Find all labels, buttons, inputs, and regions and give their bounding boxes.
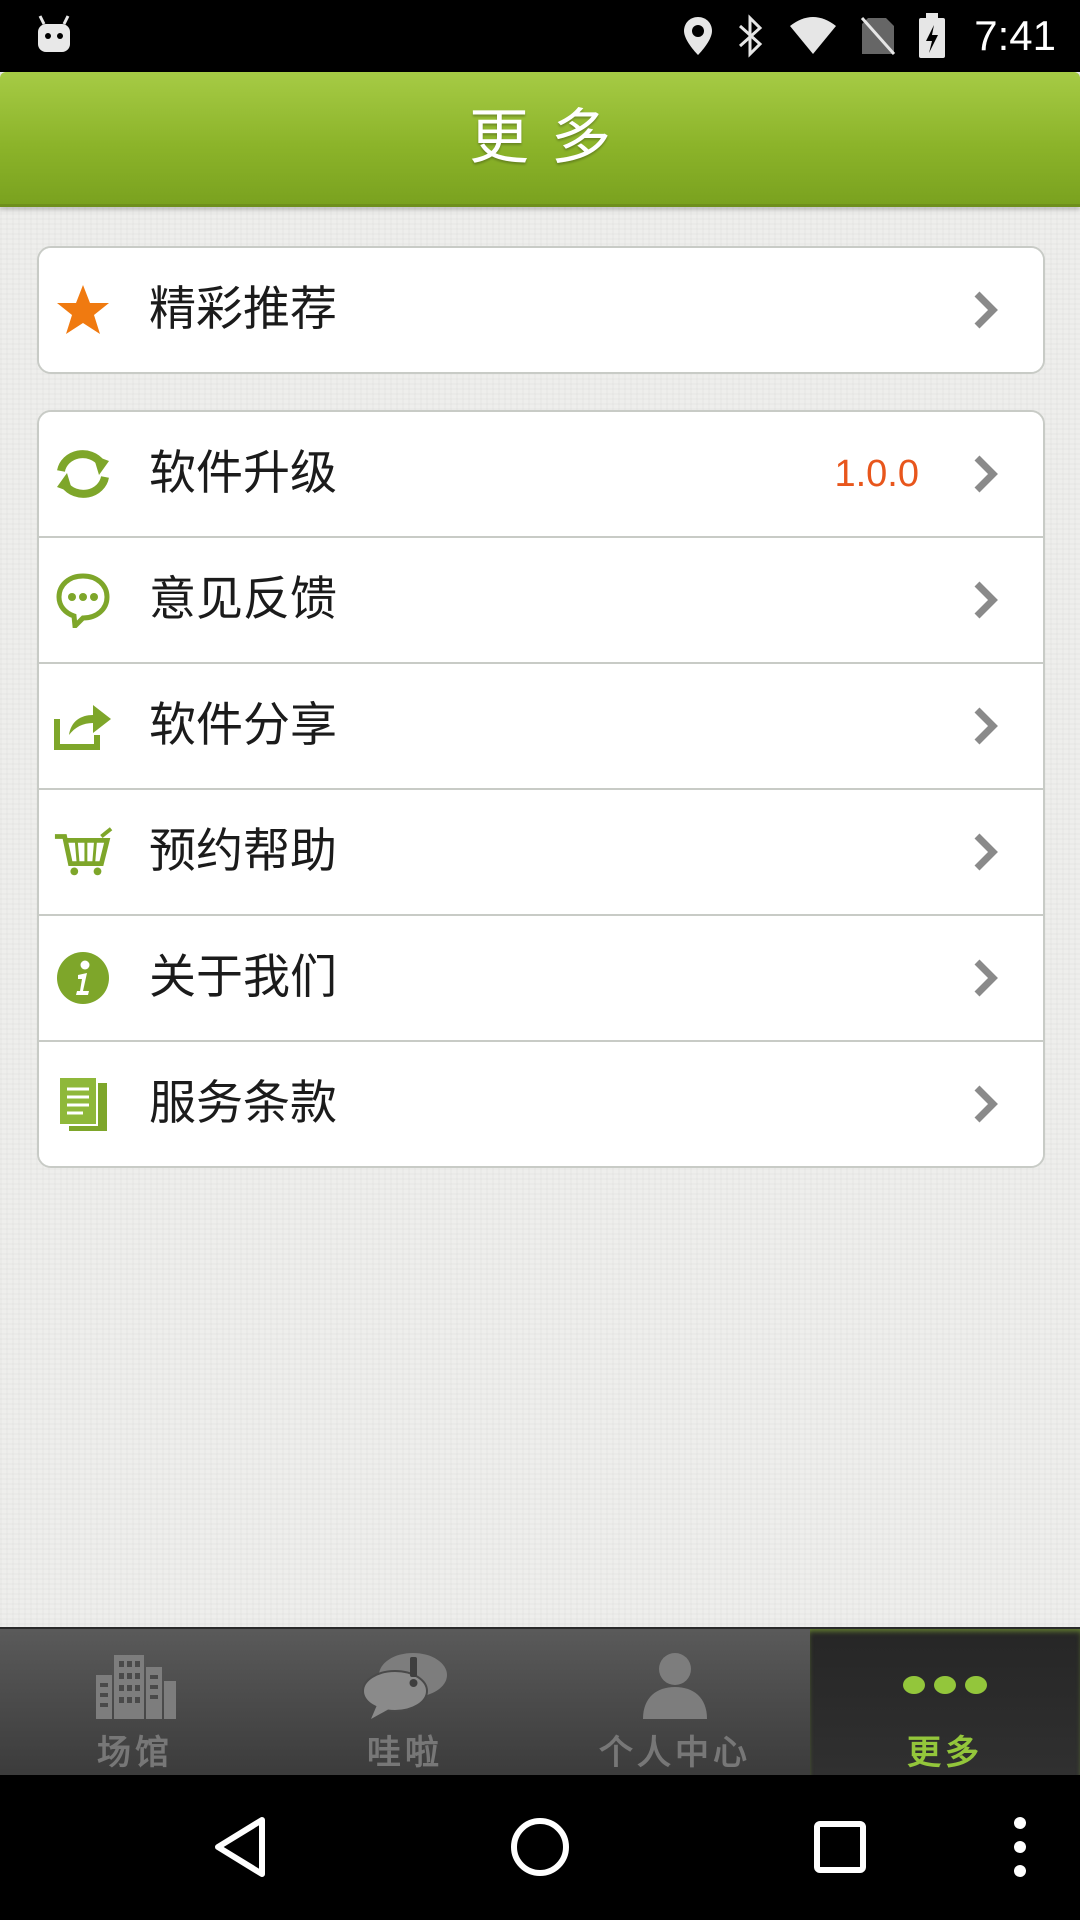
no-sim-icon	[860, 16, 896, 56]
app-header: 更多	[0, 72, 1080, 207]
settings-card: 软件升级 1.0.0 意见反馈 软件分享 预约帮助 关于我们 服务条款	[37, 410, 1045, 1168]
more-dots-icon	[810, 1649, 1080, 1721]
tab-venues[interactable]: 场馆	[0, 1629, 270, 1777]
chevron-right-icon	[971, 580, 999, 620]
menu-item-about[interactable]: 关于我们	[39, 916, 1043, 1042]
menu-item-label: 软件分享	[149, 698, 337, 753]
location-icon	[682, 15, 714, 57]
chevron-right-icon	[971, 706, 999, 746]
home-icon[interactable]	[504, 1811, 576, 1883]
menu-item-label: 预约帮助	[149, 824, 337, 879]
person-icon	[540, 1649, 810, 1721]
chevron-right-icon	[971, 958, 999, 998]
tab-more[interactable]: 更多	[810, 1629, 1080, 1777]
version-value: 1.0.0	[834, 453, 919, 495]
tab-label: 场馆	[97, 1733, 173, 1773]
chat-icon	[53, 570, 113, 630]
document-icon	[53, 1074, 113, 1134]
status-clock: 7:41	[974, 12, 1056, 59]
speech-bubble-icon	[270, 1649, 540, 1721]
recent-apps-icon[interactable]	[804, 1811, 876, 1883]
chevron-right-icon	[971, 832, 999, 872]
menu-item-upgrade[interactable]: 软件升级 1.0.0	[39, 412, 1043, 538]
menu-item-label: 软件升级	[149, 446, 337, 501]
star-icon	[53, 280, 113, 340]
menu-item-booking-help[interactable]: 预约帮助	[39, 790, 1043, 916]
android-icon	[34, 12, 74, 56]
back-icon[interactable]	[204, 1811, 276, 1883]
chevron-right-icon	[971, 454, 999, 494]
share-icon	[53, 696, 113, 756]
tab-wala[interactable]: 哇啦	[270, 1629, 540, 1777]
tab-profile[interactable]: 个人中心	[540, 1629, 810, 1777]
refresh-icon	[53, 444, 113, 504]
buildings-icon	[0, 1649, 270, 1721]
wifi-icon	[788, 16, 838, 56]
battery-charging-icon	[918, 13, 946, 59]
overflow-menu-icon[interactable]	[984, 1811, 1056, 1883]
page-title: 更多	[469, 103, 633, 173]
tab-label: 哇啦	[367, 1733, 443, 1773]
featured-card: 精彩推荐	[37, 246, 1045, 374]
status-bar: 7:41	[0, 0, 1080, 72]
menu-item-recommend[interactable]: 精彩推荐	[39, 248, 1043, 372]
menu-item-terms[interactable]: 服务条款	[39, 1042, 1043, 1166]
menu-item-label: 服务条款	[149, 1076, 337, 1131]
chevron-right-icon	[971, 1084, 999, 1124]
menu-item-label: 精彩推荐	[149, 282, 337, 337]
menu-item-label: 意见反馈	[149, 572, 337, 627]
menu-item-feedback[interactable]: 意见反馈	[39, 538, 1043, 664]
tab-label: 更多	[907, 1733, 983, 1773]
bluetooth-icon	[736, 14, 766, 58]
cart-icon	[53, 822, 113, 882]
info-icon	[53, 948, 113, 1008]
bottom-tab-bar: 场馆 哇啦 个人中心 更多	[0, 1627, 1080, 1777]
menu-item-label: 关于我们	[149, 950, 337, 1005]
chevron-right-icon	[971, 290, 999, 330]
tab-label: 个人中心	[599, 1733, 751, 1773]
menu-item-share[interactable]: 软件分享	[39, 664, 1043, 790]
system-navigation-bar	[0, 1775, 1080, 1920]
